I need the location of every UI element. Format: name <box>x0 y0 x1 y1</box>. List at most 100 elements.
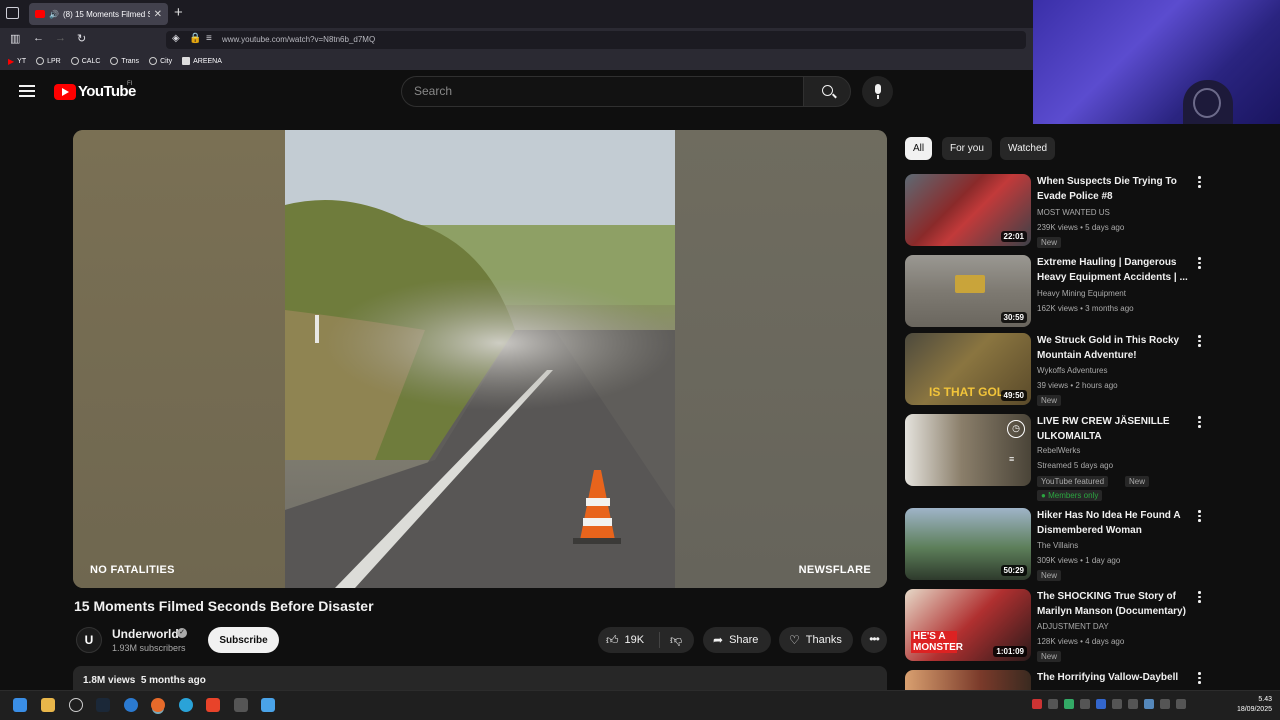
dislike-button[interactable]: 👎︎ <box>660 633 682 648</box>
recommended-title[interactable]: The Horrifying Vallow-Daybell <box>1037 670 1192 685</box>
channel-avatar[interactable]: U <box>76 627 102 653</box>
youtube-logo[interactable]: YouTube FI <box>54 81 136 100</box>
system-clock[interactable]: 5.43 18/09/2025 <box>1237 695 1272 715</box>
browser-icon[interactable] <box>124 698 138 712</box>
tray-icon[interactable] <box>1048 699 1058 709</box>
tray-icon[interactable] <box>1112 699 1122 709</box>
recommended-video[interactable]: The Horrifying Vallow-Daybell <box>905 670 1215 690</box>
reload-icon[interactable]: ↻ <box>77 32 86 45</box>
chip-all[interactable]: All <box>905 137 933 160</box>
tray-icon[interactable] <box>1096 699 1106 709</box>
steam-icon[interactable] <box>96 698 110 712</box>
bookmark-lpr[interactable]: LPR <box>36 57 61 65</box>
video-thumbnail[interactable]: IS THAT GOL 49:50 <box>905 333 1031 405</box>
hamburger-menu-icon[interactable] <box>19 85 35 97</box>
more-options-icon[interactable] <box>1198 591 1202 605</box>
video-thumbnail[interactable]: ◷ ≡ <box>905 414 1031 486</box>
bookmark-calc[interactable]: CALC <box>70 57 100 65</box>
like-button[interactable]: 👍︎ 19K <box>598 632 660 648</box>
playlist-icon: ≡ <box>1009 454 1015 464</box>
tray-icon[interactable] <box>1032 699 1042 709</box>
tray-icon[interactable] <box>1080 699 1090 709</box>
video-thumbnail[interactable] <box>905 670 1031 690</box>
channel-name[interactable]: Underworld <box>112 627 179 641</box>
more-options-icon[interactable] <box>1198 176 1202 190</box>
recommended-channel[interactable]: Wykoffs Adventures <box>1037 366 1107 375</box>
permissions-icon[interactable]: ≡ <box>206 33 212 44</box>
browser-tab-active[interactable]: 🔊 (8) 15 Moments Filmed Sec ✕ <box>29 3 168 25</box>
webcam-overlay <box>1033 0 1280 124</box>
tray-icon[interactable] <box>1144 699 1154 709</box>
bookmark-city[interactable]: City <box>149 57 172 65</box>
more-options-icon[interactable] <box>1198 510 1202 524</box>
thanks-button[interactable]: ♡ Thanks <box>779 627 853 653</box>
windows-taskbar: 5.43 18/09/2025 <box>0 690 1280 720</box>
bookmark-areena[interactable]: AREENA <box>182 57 222 65</box>
new-tab-icon[interactable]: + <box>174 4 183 21</box>
url-bar[interactable]: ◈ 🔒 ≡ www.youtube.com/watch?v=N8tn6b_d7M… <box>166 31 1026 49</box>
brave-icon[interactable] <box>206 698 220 712</box>
recommended-channel[interactable]: ADJUSTMENT DAY <box>1037 622 1109 631</box>
tray-icon[interactable] <box>1064 699 1074 709</box>
youtube-play-icon <box>54 83 76 100</box>
lock-icon[interactable]: 🔒 <box>189 33 201 44</box>
recommended-channel[interactable]: Heavy Mining Equipment <box>1037 289 1126 298</box>
settings-gear-icon[interactable] <box>69 698 83 712</box>
subscriber-count: 1.93M subscribers <box>112 643 186 653</box>
share-button[interactable]: ➦ Share <box>703 627 771 653</box>
new-badge: New <box>1037 570 1062 581</box>
app-icon[interactable] <box>234 698 248 712</box>
description-box[interactable]: 1.8M views 5 months ago <box>73 666 887 690</box>
recommended-title[interactable]: We Struck Gold in This Rocky Mountain Ad… <box>1037 333 1192 363</box>
recommended-title[interactable]: Hiker Has No Idea He Found A Dismembered… <box>1037 508 1192 538</box>
voice-search-button[interactable] <box>862 76 893 107</box>
recommended-title[interactable]: Extreme Hauling | Dangerous Heavy Equipm… <box>1037 255 1192 285</box>
sidebar-toggle-icon[interactable]: ▥ <box>10 32 20 45</box>
more-actions-button[interactable]: ••• <box>861 627 887 653</box>
bookmark-trans[interactable]: Trans <box>110 57 139 65</box>
volume-icon[interactable] <box>1176 699 1186 709</box>
more-options-icon[interactable] <box>1198 257 1202 271</box>
file-explorer-icon[interactable] <box>41 698 55 712</box>
search-input[interactable] <box>414 84 774 98</box>
bookmark-yt[interactable]: ▶ YT <box>8 57 26 66</box>
subscribe-button[interactable]: Subscribe <box>208 627 279 653</box>
more-options-icon[interactable] <box>1198 335 1202 349</box>
video-thumbnail[interactable]: 50:29 <box>905 508 1031 580</box>
notepad-icon[interactable] <box>261 698 275 712</box>
duration-badge: 22:01 <box>1000 231 1027 242</box>
firefox-icon[interactable] <box>151 698 165 712</box>
country-code: FI <box>127 81 133 87</box>
recommended-channel[interactable]: RebelWerks <box>1037 446 1080 455</box>
chip-for-you[interactable]: For you <box>942 137 992 160</box>
video-thumbnail[interactable]: 22:01 <box>905 174 1031 246</box>
globe-icon <box>70 57 79 65</box>
recommended-channel[interactable]: MOST WANTED US <box>1037 208 1110 217</box>
like-count: 19K <box>624 634 645 646</box>
tray-icon[interactable] <box>1128 699 1138 709</box>
edge-icon[interactable] <box>179 698 193 712</box>
video-thumbnail[interactable]: HE'S A MONSTER 1:01:09 <box>905 589 1031 661</box>
speaker-icon[interactable]: 🔊 <box>49 10 59 19</box>
more-options-icon[interactable] <box>1198 416 1202 430</box>
start-menu-icon[interactable] <box>13 698 27 712</box>
close-tab-icon[interactable]: ✕ <box>154 9 162 20</box>
forward-icon[interactable]: → <box>55 32 66 44</box>
recommended-title[interactable]: When Suspects Die Trying To Evade Police… <box>1037 174 1192 204</box>
chip-watched[interactable]: Watched <box>1000 137 1056 160</box>
video-thumbnail[interactable]: 30:59 <box>905 255 1031 327</box>
back-icon[interactable]: ← <box>33 32 44 44</box>
recommended-title[interactable]: LIVE RW CREW JÄSENILLE ULKOMAILTA <box>1037 414 1192 444</box>
video-player[interactable]: NO FATALITIES NEWSFLARE <box>73 130 887 588</box>
system-tray <box>1032 699 1186 709</box>
search-button[interactable] <box>803 76 851 107</box>
recommended-channel[interactable]: The Villains <box>1037 541 1078 550</box>
tray-icon[interactable] <box>1160 699 1170 709</box>
recommended-meta: 39 views • 2 hours ago <box>1037 381 1118 390</box>
duration-badge: 49:50 <box>1000 390 1027 401</box>
more-options-icon[interactable] <box>1198 672 1202 686</box>
youtube-favicon-icon <box>35 10 45 18</box>
recommended-title[interactable]: The SHOCKING True Story of Marilyn Manso… <box>1037 589 1192 619</box>
tab-list-icon[interactable] <box>6 7 19 19</box>
shield-icon[interactable]: ◈ <box>172 33 180 44</box>
